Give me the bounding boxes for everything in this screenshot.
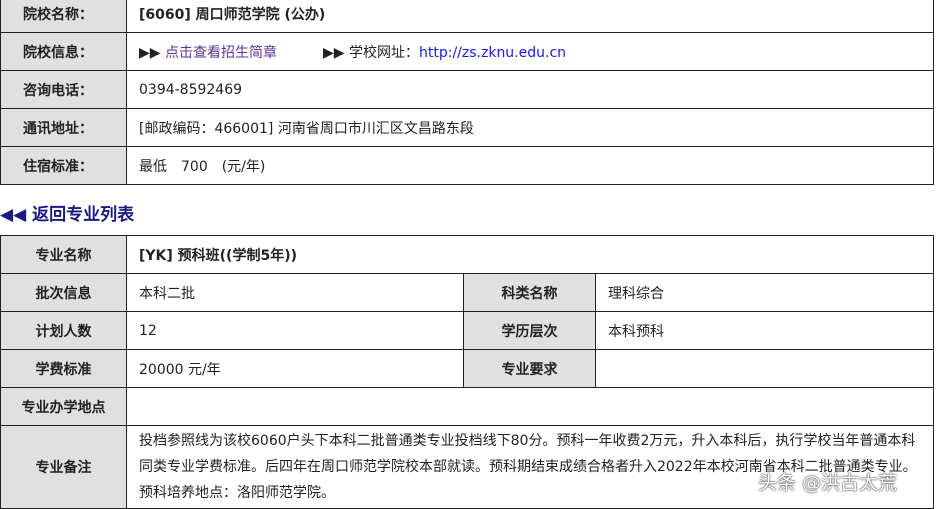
site-label: 学校网址： — [349, 44, 419, 61]
requirement — [595, 349, 934, 388]
site-link[interactable]: http://zs.zknu.edu.cn — [419, 45, 566, 61]
label: 专业要求 — [463, 349, 596, 388]
label: 批次信息 — [0, 273, 127, 312]
label: 通讯地址： — [0, 108, 127, 147]
label: 科类名称 — [463, 273, 596, 312]
label: 咨询电话： — [0, 70, 127, 109]
label: 专业名称 — [0, 235, 127, 274]
address: [邮政编码：466001] 河南省周口市川汇区文昌路东段 — [126, 108, 934, 147]
label: 学费标准 — [0, 349, 127, 388]
plan: 12 — [126, 311, 464, 350]
label: 计划人数 — [0, 311, 127, 350]
school-info-table: 院校名称： [6060] 周口师范学院 (公办) 院校信息： ▶▶ 点击查看招生简… — [0, 0, 934, 185]
fee: 20000 元/年 — [126, 349, 464, 388]
label: 院校名称： — [0, 0, 127, 33]
school-name: [6060] 周口师范学院 (公办) — [126, 0, 934, 33]
label: 专业备注 — [0, 425, 127, 509]
label: 专业办学地点 — [0, 387, 127, 426]
remark: 投档参照线为该校6060户头下本科二批普通类专业投档线下80分。预科一年收费2万… — [126, 425, 934, 509]
arrow-icon: ▶▶ — [139, 44, 161, 61]
arrow-icon: ▶▶ — [323, 44, 345, 61]
label: 院校信息： — [0, 32, 127, 71]
watermark: 头条 @洪古太荒 — [758, 472, 898, 494]
level: 本科预科 — [595, 311, 934, 350]
batch: 本科二批 — [126, 273, 464, 312]
brochure-link[interactable]: 点击查看招生简章 — [165, 45, 277, 61]
subject: 理科综合 — [595, 273, 934, 312]
location — [126, 387, 934, 426]
label: 学历层次 — [463, 311, 596, 350]
dorm-fee: 最低 700 (元/年) — [126, 146, 934, 185]
phone: 0394-8592469 — [126, 70, 934, 109]
back-to-list-link[interactable]: ◀◀ 返回专业列表 — [0, 200, 134, 225]
major-name: [YK] 预科班((学制5年)) — [126, 235, 934, 274]
label: 住宿标准： — [0, 146, 127, 185]
